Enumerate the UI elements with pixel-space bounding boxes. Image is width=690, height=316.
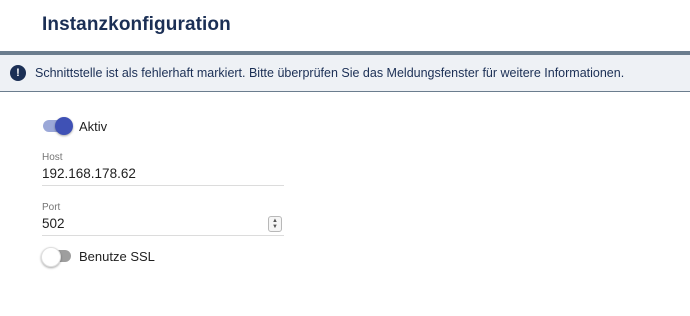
port-input[interactable]: 502 ▲ ▼ bbox=[42, 213, 284, 236]
active-toggle-row: Aktiv bbox=[42, 116, 107, 136]
host-field: Host 192.168.178.62 bbox=[42, 152, 284, 186]
ssl-toggle-row: Benutze SSL bbox=[41, 246, 155, 267]
error-banner: ! Schnittstelle ist als fehlerhaft marki… bbox=[0, 55, 690, 92]
active-toggle-label: Aktiv bbox=[79, 118, 108, 134]
ssl-toggle[interactable] bbox=[41, 246, 72, 267]
ssl-toggle-thumb bbox=[41, 247, 61, 267]
alert-circle-icon: ! bbox=[10, 65, 26, 81]
host-label: Host bbox=[42, 152, 63, 163]
banner-message: Schnittstelle ist als fehlerhaft markier… bbox=[35, 66, 625, 80]
ssl-toggle-label: Benutze SSL bbox=[79, 248, 155, 264]
active-toggle-thumb bbox=[55, 117, 73, 135]
port-field: Port 502 ▲ ▼ bbox=[42, 202, 284, 236]
page-title: Instanzkonfiguration bbox=[42, 14, 231, 35]
active-toggle[interactable] bbox=[42, 116, 73, 136]
host-input[interactable]: 192.168.178.62 bbox=[42, 163, 284, 186]
stepper-down-icon[interactable]: ▼ bbox=[272, 224, 278, 230]
port-label: Port bbox=[42, 202, 61, 213]
port-value: 502 bbox=[42, 216, 65, 231]
port-stepper[interactable]: ▲ ▼ bbox=[268, 216, 282, 232]
